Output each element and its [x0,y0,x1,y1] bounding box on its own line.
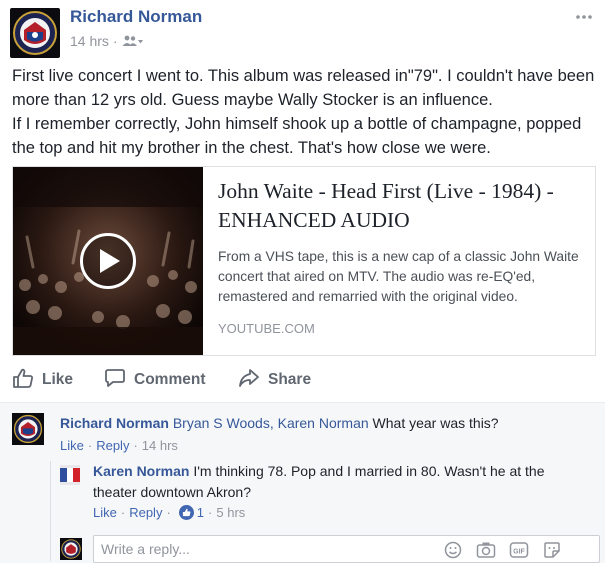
replier-avatar[interactable] [60,465,80,485]
post-text-line: First live concert I went to. This album… [12,67,595,109]
like-label: Like [42,371,74,388]
reply-input[interactable] [101,540,431,558]
reply-reply-link[interactable]: Reply [129,505,162,520]
post-timestamp[interactable]: 14 hrs [70,33,109,49]
sticker-icon[interactable] [541,539,563,561]
commenter-avatar[interactable] [12,413,44,445]
post-author-name[interactable]: Richard Norman [70,7,202,27]
friends-icon[interactable] [122,35,144,47]
comment-like-link[interactable]: Like [60,438,84,453]
play-icon[interactable] [80,233,136,289]
reply-composer[interactable]: GIF [93,535,600,563]
reply-author[interactable]: Karen Norman [93,463,189,479]
comment-actions: Like · Reply · 14 hrs [60,438,178,453]
link-description: From a VHS tape, this is a new cap of a … [218,249,579,304]
comment-text: Richard Norman Bryan S Woods, Karen Norm… [60,413,590,434]
comment-label: Comment [134,371,206,388]
link-title[interactable]: John Waite - Head First (Live - 1984) - … [218,177,581,235]
link-domain: YOUTUBE.COM [218,321,315,336]
reply-timestamp[interactable]: 5 hrs [216,505,245,520]
comment-icon [104,368,126,393]
meta-separator: · [112,33,118,49]
reply-actions: Like · Reply · 1 · 5 hrs [93,505,245,520]
share-label: Share [268,371,312,388]
link-preview-card[interactable]: John Waite - Head First (Live - 1984) - … [12,166,596,356]
current-user-avatar [60,538,82,560]
share-icon [238,368,260,393]
reaction-count: 1 [196,505,205,520]
reply-like-link[interactable]: Like [93,505,117,520]
svg-text:GIF: GIF [513,549,525,556]
camera-icon[interactable] [475,539,497,561]
comment-reply-link[interactable]: Reply [96,438,129,453]
link-preview-body[interactable]: John Waite - Head First (Live - 1984) - … [203,167,595,355]
reply-sep: · [166,505,171,520]
emoji-icon[interactable] [442,539,464,561]
post-text-line: If I remember correctly, John himself sh… [12,115,582,157]
post-body: First live concert I went to. This album… [12,64,597,160]
comment-button[interactable]: Comment [104,368,205,393]
more-options-icon[interactable] [575,4,593,25]
video-thumbnail[interactable] [13,167,203,355]
facebook-post: Richard Norman 14 hrs · First live conce… [0,0,605,563]
post-meta: 14 hrs · [70,33,144,49]
reply-thread-line [50,461,51,561]
reply-sep: · [208,505,213,520]
author-avatar[interactable] [10,8,60,58]
gif-icon[interactable]: GIF [508,539,530,561]
reaction-summary[interactable]: 1 [178,505,205,520]
thumbs-up-icon [12,368,34,393]
comment-timestamp[interactable]: 14 hrs [142,438,178,453]
post-actions-bar: Like Comment Share [0,360,605,400]
comment-body: What year was this? [368,415,499,431]
comment-tags[interactable]: Bryan S Woods, Karen Norman [173,415,369,431]
comment-sep: · [133,438,138,453]
like-button[interactable]: Like [12,368,73,393]
like-reaction-icon [178,505,194,520]
reply-sep: · [120,505,126,520]
comment-author[interactable]: Richard Norman [60,415,169,431]
reply-text: Karen Norman I'm thinking 78. Pop and I … [93,461,573,503]
share-button[interactable]: Share [238,368,311,393]
comment-sep: · [87,438,93,453]
comments-section: Richard Norman Bryan S Woods, Karen Norm… [0,402,605,563]
